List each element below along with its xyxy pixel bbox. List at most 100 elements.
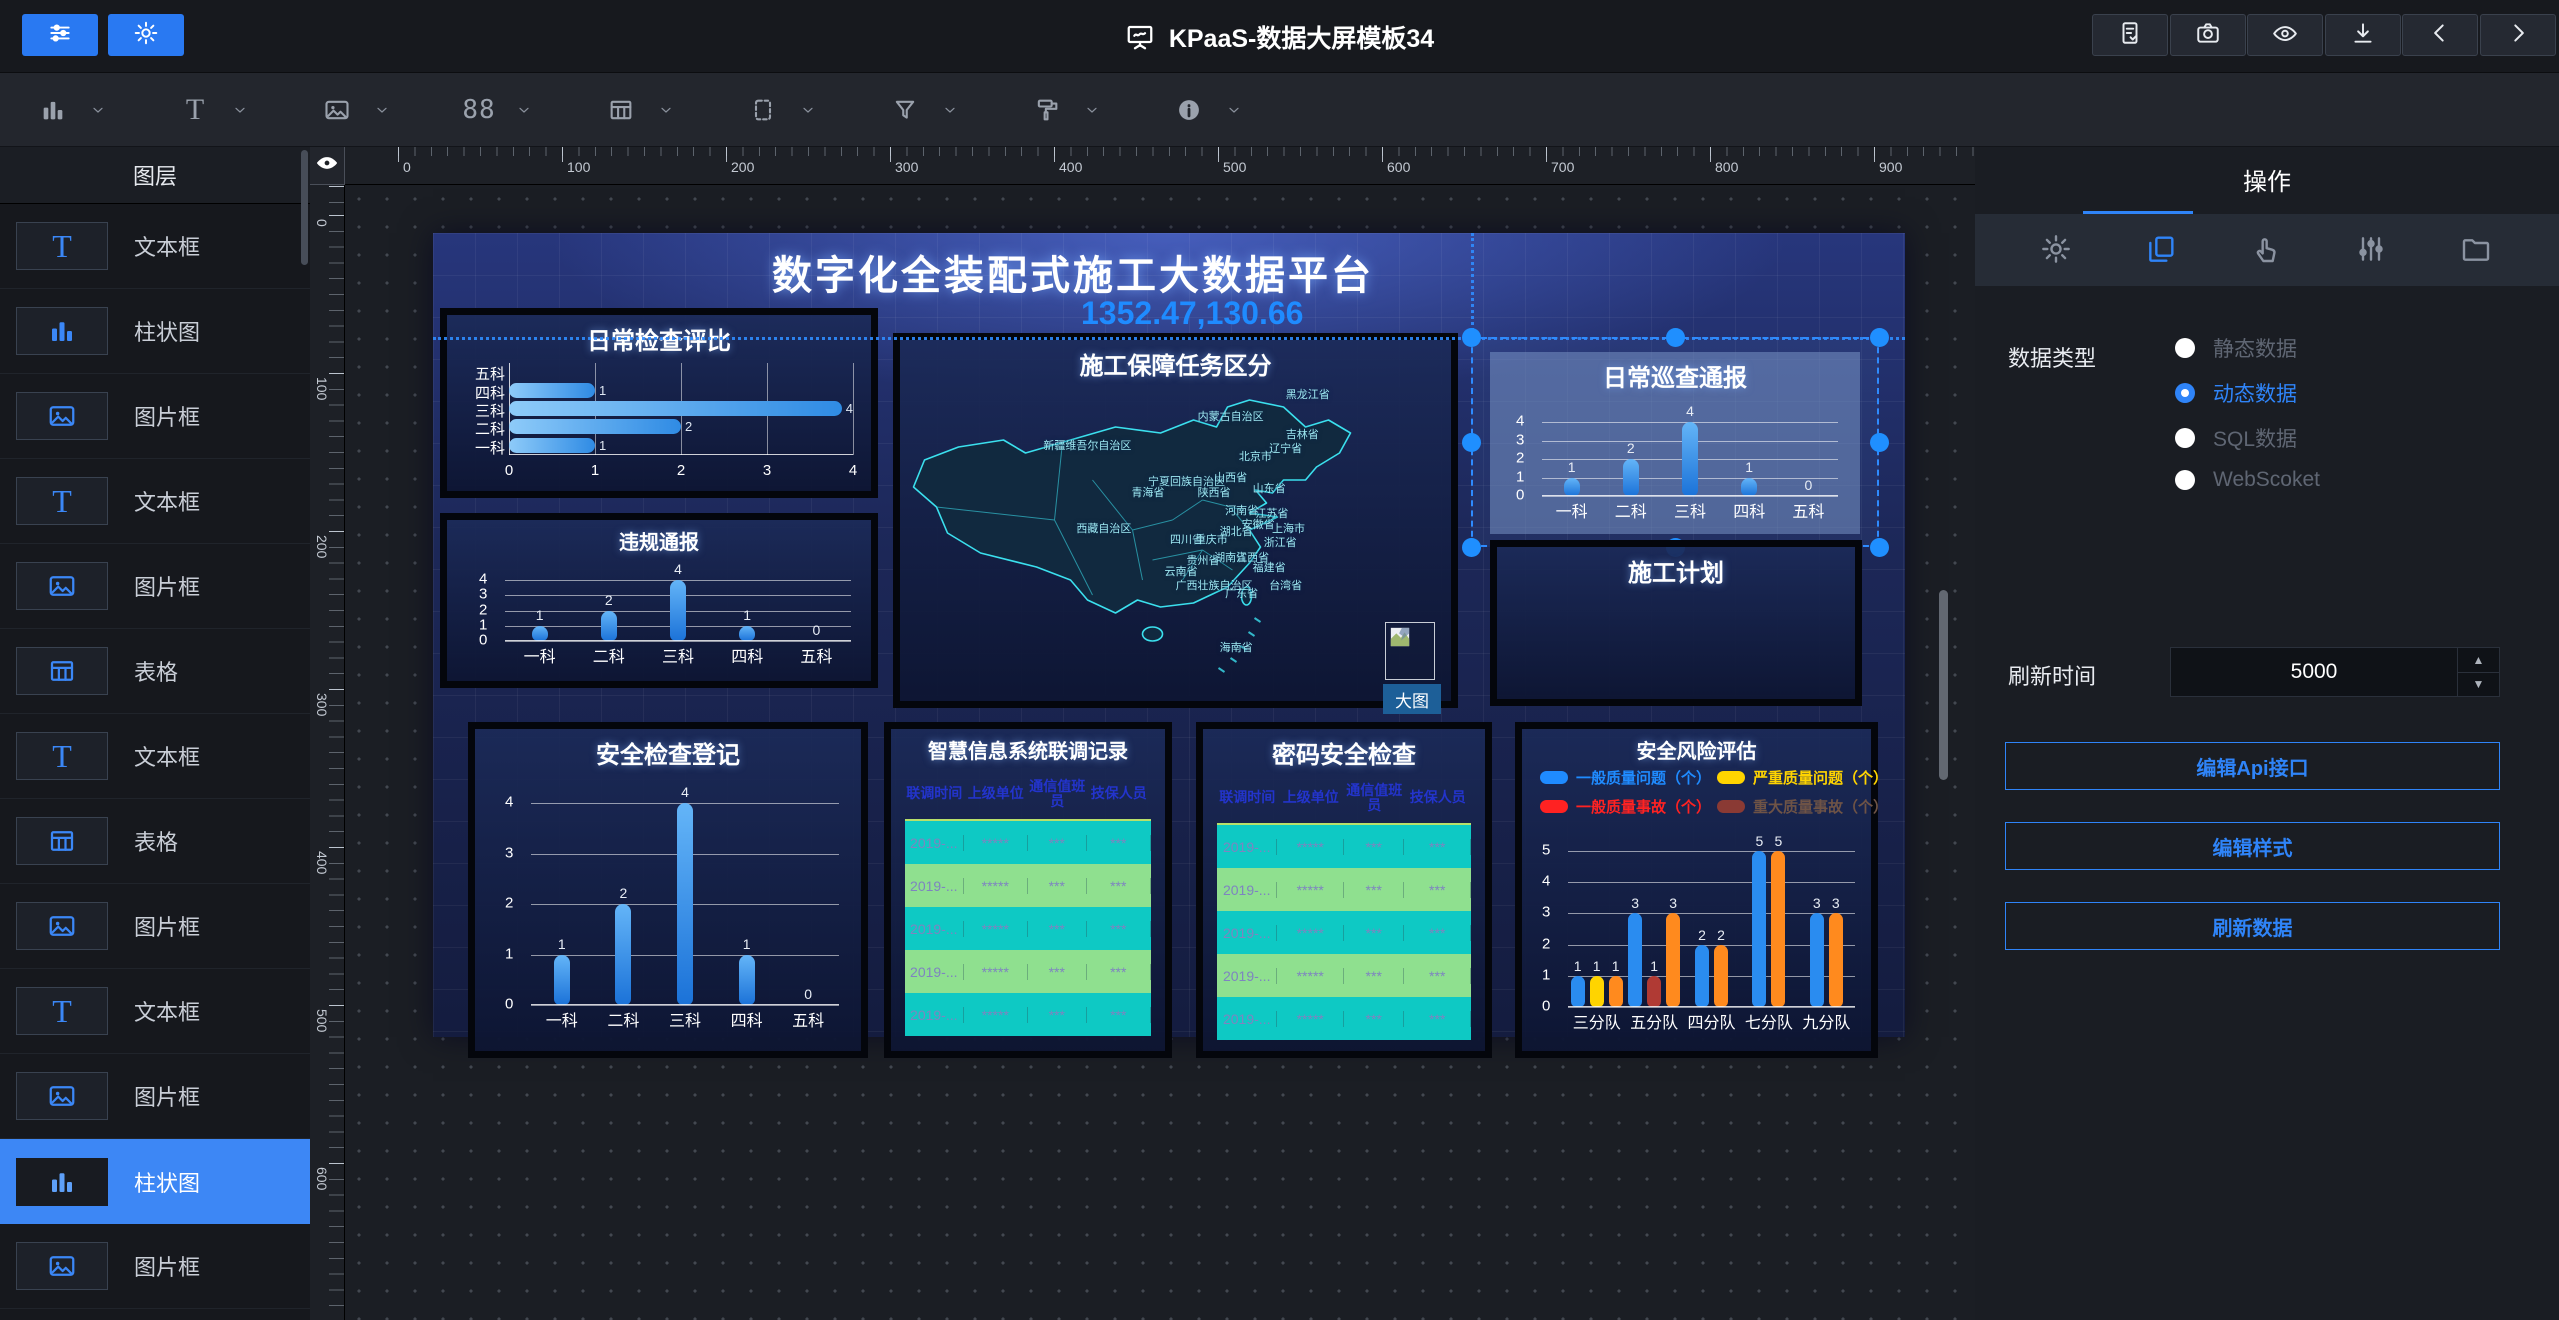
redo-button[interactable] [2480, 14, 2556, 56]
select-tool[interactable] [748, 73, 816, 147]
legend-item[interactable]: 一般质量问题（个） [1540, 767, 1711, 788]
sidebar-item-11-bar-chart[interactable]: 柱状图 [0, 1139, 310, 1224]
text-icon: T [16, 222, 108, 270]
sidebar-item-9-text[interactable]: T 文本框 [0, 969, 310, 1054]
style-tool[interactable] [1032, 73, 1100, 147]
undo-button[interactable] [2402, 14, 2478, 56]
dashboard-canvas[interactable]: 数字化全装配式施工大数据平台 1352.47,130.66 日常检查评比 012… [433, 233, 1905, 1037]
panel-title: 密码安全检查 [1203, 729, 1485, 770]
bar [1741, 478, 1757, 497]
folder-icon [2460, 252, 2492, 269]
ruler-label: 600 [1387, 159, 1410, 175]
province-labels: 黑龙江省内蒙古自治区吉林省辽宁省北京市新疆维吾尔自治区宁夏回族自治区山西省青海省… [900, 340, 1451, 701]
bar [509, 438, 595, 453]
sidebar-item-0-text[interactable]: T 文本框 [0, 204, 310, 289]
sidebar-item-2-image[interactable]: 图片框 [0, 374, 310, 459]
province-label: 北京市 [1239, 448, 1272, 464]
legend-item[interactable]: 一般质量事故（个） [1540, 796, 1711, 817]
sidebar-item-4-image[interactable]: 图片框 [0, 544, 310, 629]
sidebar-item-6-text[interactable]: T 文本框 [0, 714, 310, 799]
radio-静态数据[interactable]: 静态数据 [2175, 333, 2297, 363]
notes-button[interactable] [2092, 14, 2168, 56]
canvas-scrollbar[interactable] [1939, 590, 1948, 780]
map-enlarge-button[interactable]: 大图 [1383, 684, 1441, 714]
spinner-up-icon[interactable]: ▲ [2458, 648, 2499, 673]
panel-smart-info-records[interactable]: 智慧信息系统联调记录 联调时间上级单位通信值班员技保人员2019-...****… [884, 722, 1172, 1058]
panel-risk-assessment[interactable]: 安全风险评估 一般质量问题（个） 严重质量问题（个） 一般质量事故（个） 重大质… [1515, 722, 1878, 1058]
cursor-coordinates: 1352.47,130.66 [1081, 295, 1303, 332]
layer-label: 图片框 [134, 570, 200, 602]
panel-password-check[interactable]: 密码安全检查 联调时间上级单位通信值班员技保人员2019-...********… [1196, 722, 1492, 1058]
legend-item[interactable]: 严重质量问题（个） [1717, 767, 1888, 788]
sidebar-scrollbar[interactable] [301, 150, 308, 265]
tab-data[interactable] [2145, 233, 2179, 267]
spinner-down-icon[interactable]: ▼ [2458, 673, 2499, 697]
digits-tool[interactable]: 88 [464, 73, 532, 147]
snapshot-button[interactable] [2170, 14, 2246, 56]
chart-tool[interactable] [38, 73, 106, 147]
resize-handle[interactable] [1462, 433, 1481, 452]
sidebar-item-8-image[interactable]: 图片框 [0, 884, 310, 969]
canvas-viewport[interactable]: 数字化全装配式施工大数据平台 1352.47,130.66 日常检查评比 012… [345, 185, 1975, 1320]
refresh-data-button[interactable]: 刷新数据 [2005, 902, 2500, 950]
panel-construction-map[interactable]: 施工保障任务区分 黑龙江省内蒙 [893, 333, 1458, 708]
layer-label: 文本框 [134, 485, 200, 517]
radio-SQL数据[interactable]: SQL数据 [2175, 423, 2297, 453]
sidebar-item-1-bar-chart[interactable]: 柱状图 [0, 289, 310, 374]
panel-safety-check[interactable]: 安全检查登记 0123412410一科二科三科四科五科 [468, 722, 868, 1058]
radio-动态数据[interactable]: 动态数据 [2175, 378, 2297, 408]
legend-item[interactable]: 重大质量事故（个） [1717, 796, 1888, 817]
province-label: 海南省 [1220, 639, 1253, 655]
select-rect-icon [748, 95, 778, 125]
panel-construction-plan[interactable]: 施工计划 [1490, 540, 1862, 706]
image-icon [16, 392, 108, 440]
image-tool[interactable] [322, 73, 390, 147]
sidebar-item-10-image[interactable]: 图片框 [0, 1054, 310, 1139]
sidebar-item-7-table[interactable]: 表格 [0, 799, 310, 884]
resize-handle[interactable] [1870, 433, 1889, 452]
sidebar-item-12-image[interactable]: 图片框 [0, 1224, 310, 1309]
resize-handle[interactable] [1870, 538, 1889, 557]
sidebar-item-3-text[interactable]: T 文本框 [0, 459, 310, 544]
resize-handle[interactable] [1666, 328, 1685, 347]
ruler-label: 900 [1879, 159, 1902, 175]
filter-tool[interactable] [890, 73, 958, 147]
edit-style-button[interactable]: 编辑样式 [2005, 822, 2500, 870]
tab-resources[interactable] [2460, 233, 2494, 267]
ruler-label: 500 [1223, 159, 1246, 175]
tab-advanced[interactable] [2355, 233, 2389, 267]
text-tool[interactable]: T [180, 73, 248, 147]
resize-handle[interactable] [1870, 328, 1889, 347]
edit-api-button[interactable]: 编辑Api接口 [2005, 742, 2500, 790]
layer-label: 文本框 [134, 995, 200, 1027]
ruler-corner-eye[interactable] [310, 147, 345, 185]
chevron-down-icon [90, 102, 106, 118]
radio-WebScoket[interactable]: WebScoket [2175, 468, 2320, 492]
image-icon [16, 562, 108, 610]
layer-label: 图片框 [134, 910, 200, 942]
dashboard-title[interactable]: 数字化全装配式施工大数据平台 [433, 243, 1713, 301]
map-thumbnail[interactable] [1385, 622, 1435, 680]
resize-handle[interactable] [1462, 538, 1481, 557]
panel-title: 日常检查评比 [447, 315, 871, 356]
chevron-down-icon [800, 102, 816, 118]
tab-settings[interactable] [2040, 233, 2074, 267]
legend-swatch [1540, 771, 1568, 784]
sidebar-item-5-table[interactable]: 表格 [0, 629, 310, 714]
x-axis-labels: 一科二科三科四科五科 [531, 1007, 839, 1031]
bar-chart-icon [38, 95, 68, 125]
layer-label: 柱状图 [134, 1166, 200, 1198]
bar [1695, 945, 1709, 1007]
tab-interaction[interactable] [2250, 233, 2284, 267]
preview-button[interactable] [2247, 14, 2323, 56]
table-tool[interactable] [606, 73, 674, 147]
download-button[interactable] [2325, 14, 2401, 56]
refresh-time-input[interactable] [2171, 648, 2457, 696]
table-row: 2019-...*********** [1217, 868, 1471, 911]
panel-violation[interactable]: 违规通报 0123412410一科二科三科四科五科 [440, 513, 878, 688]
bar [670, 580, 686, 641]
resize-handle[interactable] [1462, 328, 1481, 347]
bar [509, 419, 681, 434]
info-tool[interactable] [1174, 73, 1242, 147]
panel-daily-patrol[interactable]: 日常巡查通报 0123412410一科二科三科四科五科 [1490, 352, 1860, 534]
